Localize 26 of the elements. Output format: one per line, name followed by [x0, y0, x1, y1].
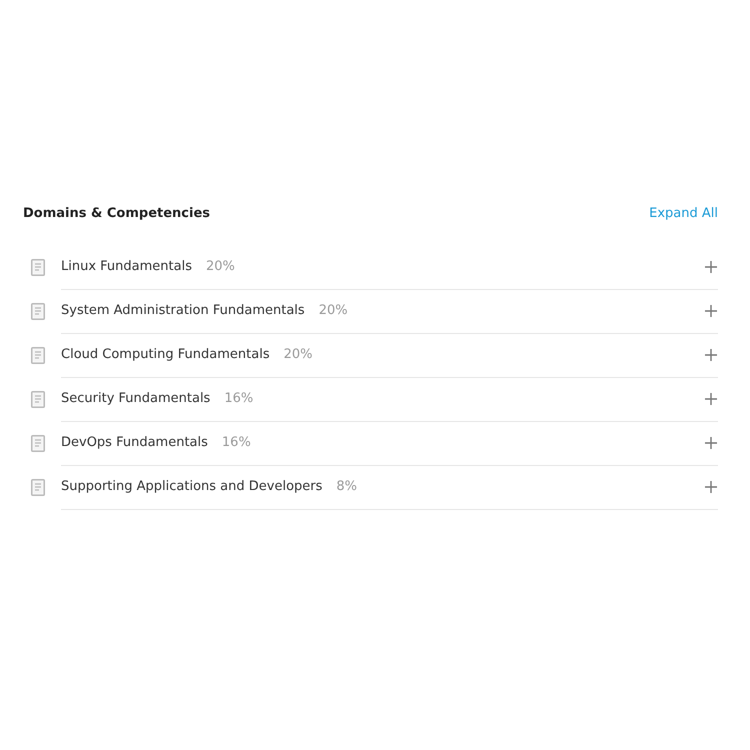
domain-weight: 8% — [336, 479, 358, 494]
domain-name: System Administration Fundamentals — [61, 303, 305, 318]
expand-button[interactable] — [704, 260, 718, 274]
document-icon — [31, 346, 45, 364]
domain-name: Security Fundamentals — [61, 391, 210, 406]
section-title: Domains & Competencies — [23, 206, 210, 221]
domain-weight: 16% — [224, 391, 254, 406]
expand-button[interactable] — [704, 392, 718, 406]
document-icon — [31, 390, 45, 408]
domain-weight: 16% — [222, 435, 251, 450]
document-icon — [31, 258, 45, 276]
domain-name: Linux Fundamentals — [61, 259, 192, 274]
document-icon — [31, 302, 45, 320]
domain-weight: 20% — [318, 303, 348, 318]
expand-all-link[interactable]: Expand All — [649, 206, 718, 221]
domain-name: DevOps Fundamentals — [61, 435, 208, 450]
expand-button[interactable] — [704, 348, 718, 362]
expand-button[interactable] — [704, 304, 718, 318]
domain-weight: 20% — [284, 347, 313, 362]
domain-name: Supporting Applications and Developers — [61, 479, 322, 494]
document-icon — [31, 434, 45, 452]
domain-weight: 20% — [206, 259, 235, 274]
expand-button[interactable] — [704, 480, 718, 494]
domain-name: Cloud Computing Fundamentals — [61, 347, 270, 362]
document-icon — [31, 478, 45, 496]
expand-button[interactable] — [704, 436, 718, 450]
